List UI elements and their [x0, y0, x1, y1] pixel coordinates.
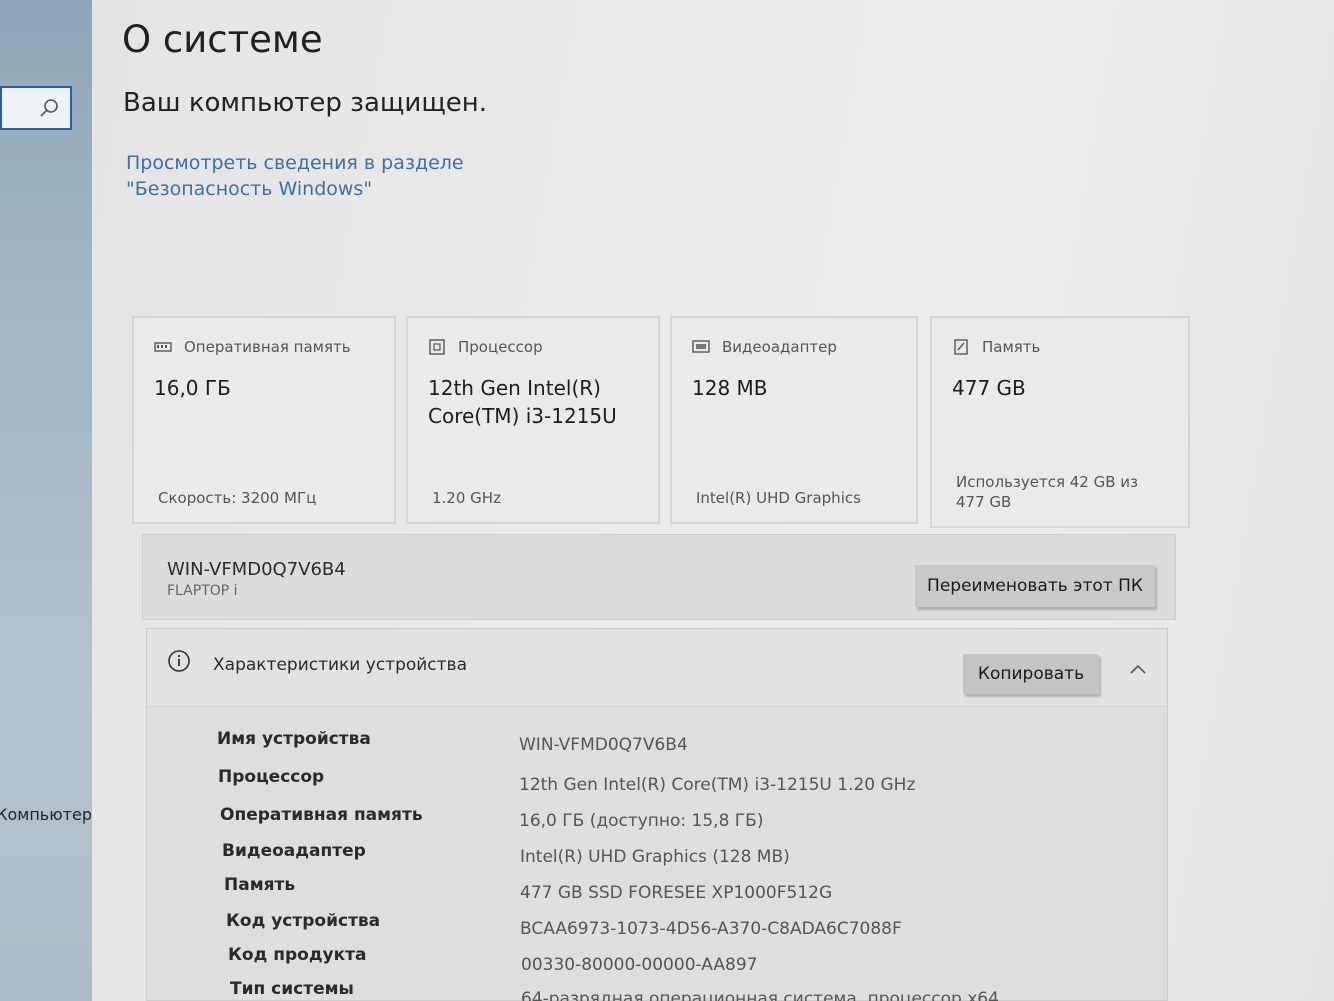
- device-specifications-title: Характеристики устройства: [213, 655, 467, 675]
- ram-card: Оперативная память 16,0 ГБ Скорость: 320…: [132, 316, 396, 524]
- security-status: Ваш компьютер защищен.: [123, 88, 488, 118]
- spec-label: Тип системы: [230, 979, 354, 999]
- ram-card-speed: Скорость: 3200 МГц: [158, 489, 317, 507]
- display-adapter-card: Видеоадаптер 128 MB Intel(R) UHD Graphic…: [670, 316, 918, 524]
- processor-card-label: Процессор: [458, 338, 543, 356]
- security-details-link[interactable]: Просмотреть сведения в разделе "Безопасн…: [126, 150, 586, 202]
- search-input[interactable]: [0, 86, 72, 130]
- device-specifications-panel: Характеристики устройства Копировать Имя…: [146, 628, 1168, 1001]
- rename-pc-button[interactable]: Переименовать этот ПК: [915, 565, 1155, 607]
- spec-label: Имя устройства: [217, 729, 371, 749]
- storage-card-label: Память: [982, 338, 1041, 356]
- spec-label: Код устройства: [226, 911, 381, 931]
- info-icon: [168, 650, 190, 672]
- chevron-up-icon[interactable]: [1129, 663, 1147, 675]
- spec-value: BCAA6973-1073-4D56-A370-C8ADA6C7088F: [520, 919, 902, 939]
- display-adapter-card-label: Видеоадаптер: [722, 338, 837, 356]
- memory-icon: [154, 342, 172, 352]
- spec-value: WIN-VFMD0Q7V6B4: [519, 735, 688, 755]
- spec-value: 12th Gen Intel(R) Core(TM) i3-1215U 1.20…: [519, 775, 916, 795]
- spec-row-storage: Память 477 GB SSD FORESEE XP1000F512G: [147, 875, 1167, 911]
- storage-card: Память 477 GB Используется 42 GB из 477 …: [930, 316, 1190, 528]
- spec-label: Видеоадаптер: [222, 841, 366, 861]
- spec-row-ram: Оперативная память 16,0 ГБ (доступно: 15…: [147, 805, 1167, 841]
- processor-card: Процессор 12th Gen Intel(R) Core(TM) i3-…: [406, 316, 660, 524]
- display-adapter-card-name: Intel(R) UHD Graphics: [696, 489, 861, 507]
- storage-icon: [954, 339, 968, 355]
- ram-card-label: Оперативная память: [184, 338, 351, 356]
- sidebar: Компьютер: [0, 0, 92, 1001]
- pc-model: FLAPTOP i: [167, 583, 238, 599]
- spec-row-processor: Процессор 12th Gen Intel(R) Core(TM) i3-…: [147, 767, 1167, 803]
- search-icon: [40, 99, 58, 117]
- pc-name-row: WIN-VFMD0Q7V6B4 FLAPTOP i Переименовать …: [142, 534, 1176, 620]
- spec-label: Память: [224, 875, 296, 895]
- spec-label: Оперативная память: [220, 805, 423, 825]
- spec-value: 477 GB SSD FORESEE XP1000F512G: [520, 883, 833, 903]
- spec-row-product-id: Код продукта 00330-80000-00000-AA897: [147, 945, 1167, 981]
- spec-value: 16,0 ГБ (доступно: 15,8 ГБ): [519, 811, 764, 831]
- processor-card-value: 12th Gen Intel(R) Core(TM) i3-1215U: [428, 376, 617, 428]
- processor-icon: [429, 339, 445, 355]
- main-content: О системе Ваш компьютер защищен. Просмот…: [92, 0, 1334, 1001]
- sidebar-item-computer[interactable]: Компьютер: [0, 805, 92, 824]
- pc-name: WIN-VFMD0Q7V6B4: [167, 559, 346, 580]
- ram-card-value: 16,0 ГБ: [154, 376, 231, 400]
- spec-row-device-id: Код устройства BCAA6973-1073-4D56-A370-C…: [147, 911, 1167, 947]
- processor-card-speed: 1.20 GHz: [432, 489, 501, 507]
- spec-label: Код продукта: [228, 945, 367, 965]
- spec-row-system-type: Тип системы 64-разрядная операционная си…: [147, 979, 1167, 1001]
- spec-row-device-name: Имя устройства WIN-VFMD0Q7V6B4: [147, 729, 1167, 765]
- spec-value: Intel(R) UHD Graphics (128 MB): [520, 847, 790, 867]
- spec-row-display-adapter: Видеоадаптер Intel(R) UHD Graphics (128 …: [147, 841, 1167, 877]
- device-specifications-header[interactable]: Характеристики устройства Копировать: [147, 629, 1167, 707]
- copy-button[interactable]: Копировать: [963, 654, 1099, 694]
- page-title: О системе: [122, 18, 323, 61]
- storage-card-value: 477 GB: [952, 376, 1026, 400]
- display-adapter-card-value: 128 MB: [692, 376, 768, 400]
- spec-value: 00330-80000-00000-AA897: [521, 955, 758, 975]
- storage-card-usage: Используется 42 GB из 477 GB: [956, 473, 1138, 511]
- display-adapter-icon: [692, 340, 710, 353]
- spec-label: Процессор: [218, 767, 325, 787]
- spec-value: 64-разрядная операционная система, проце…: [521, 989, 999, 1001]
